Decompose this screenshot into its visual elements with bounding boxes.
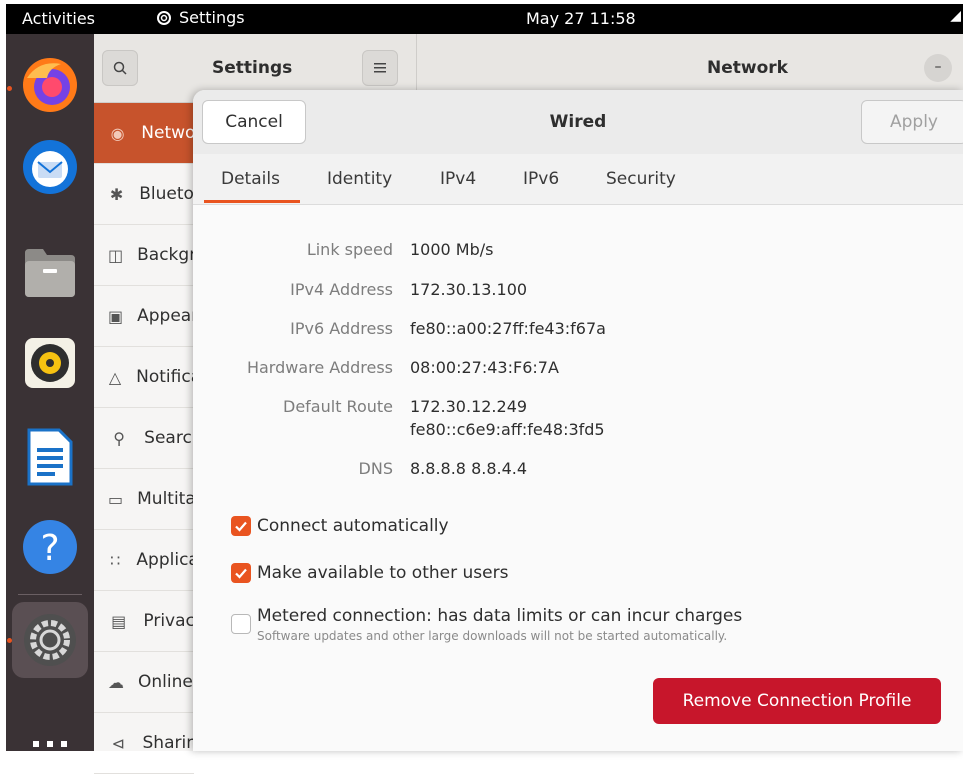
app-menu[interactable]: Settings (156, 8, 245, 27)
active-tab-indicator (204, 200, 300, 203)
available-to-users-label[interactable]: Make available to other users (257, 563, 508, 583)
tab-details[interactable]: Details (221, 169, 280, 189)
share-icon: ⊲ (111, 733, 125, 753)
network-icon[interactable]: ◢ (950, 8, 961, 24)
rhythmbox-icon[interactable] (17, 330, 83, 396)
tab-bar: Details Identity IPv4 IPv6 Security (193, 154, 963, 205)
svg-text:?: ? (40, 528, 59, 569)
clock[interactable]: May 27 11:58 (526, 9, 636, 28)
tab-security[interactable]: Security (606, 169, 676, 189)
available-to-users-checkbox[interactable] (231, 563, 251, 583)
dns-label: DNS (358, 459, 393, 478)
sidebar-item-online-accounts[interactable]: ☁ Online Accounts (94, 652, 194, 713)
multitasking-icon: ▭ (108, 489, 124, 509)
sidebar-title: Settings (212, 58, 293, 78)
search-icon: ⚲ (113, 428, 125, 448)
connect-automatically-label[interactable]: Connect automatically (257, 516, 449, 536)
sidebar-item-label: Bluetooth (139, 184, 194, 204)
hardware-address-value: 08:00:27:43:F6:7A (410, 358, 559, 377)
dns-value: 8.8.8.8 8.8.4.4 (410, 459, 528, 478)
running-indicator (7, 638, 12, 643)
bluetooth-icon: ✱ (109, 184, 124, 204)
network-icon: ◉ (110, 123, 125, 143)
metered-connection-checkbox[interactable] (231, 614, 251, 634)
ipv4-label: IPv4 Address (290, 280, 393, 299)
cloud-icon: ☁ (108, 672, 124, 692)
sidebar-item-privacy[interactable]: ▤ Privacy (94, 591, 194, 652)
sidebar-item-label: Applications (136, 550, 194, 570)
libreoffice-writer-icon[interactable] (17, 424, 83, 490)
tab-identity[interactable]: Identity (327, 169, 392, 189)
main-menu-button[interactable] (362, 50, 398, 86)
sidebar-item-label: Network (141, 123, 194, 143)
sidebar-item-label: Sharing (142, 733, 194, 753)
checkmark-icon (235, 568, 247, 579)
dock: ? (6, 34, 94, 751)
metered-connection-description: Software updates and other large downloa… (257, 629, 728, 643)
running-indicator (7, 86, 12, 91)
default-route-label: Default Route (283, 397, 393, 416)
dialog-title: Wired (549, 112, 607, 132)
sidebar-item-label: Search (144, 428, 194, 448)
gear-icon (157, 10, 171, 25)
sidebar-item-label: Multitasking (137, 489, 194, 509)
dock-separator (18, 594, 82, 595)
remove-connection-profile-button[interactable]: Remove Connection Profile (653, 678, 941, 724)
settings-gear-icon[interactable] (17, 607, 83, 673)
sidebar-item-network[interactable]: ◉ Network (94, 103, 194, 164)
sidebar-item-applications[interactable]: ∷ Applications (94, 530, 194, 591)
appearance-icon: ▣ (108, 306, 124, 326)
tab-ipv6[interactable]: IPv6 (523, 169, 559, 189)
thunderbird-icon[interactable] (17, 134, 83, 200)
default-route-value-1: 172.30.12.249 (410, 397, 528, 416)
search-button[interactable] (102, 50, 138, 86)
top-bar: Activities Settings May 27 11:58 ◢ (6, 4, 963, 34)
ipv4-value: 172.30.13.100 (410, 280, 528, 299)
files-icon[interactable] (17, 240, 83, 306)
sidebar-item-background[interactable]: ◫ Background (94, 225, 194, 286)
cancel-button[interactable]: Cancel (202, 100, 306, 144)
wired-dialog: Wired Cancel Apply Details Identity IPv4… (193, 90, 963, 751)
apply-button[interactable]: Apply (861, 100, 963, 144)
sidebar-item-bluetooth[interactable]: ✱ Bluetooth (94, 164, 194, 225)
sidebar-item-label: Background (137, 245, 194, 265)
sidebar-item-label: Online Accounts (138, 672, 194, 692)
apps-icon: ∷ (110, 550, 121, 570)
app-grid-icon[interactable] (17, 710, 83, 776)
sidebar-item-multitasking[interactable]: ▭ Multitasking (94, 469, 194, 530)
minimize-button[interactable]: – (924, 54, 952, 82)
link-speed-value: 1000 Mb/s (410, 240, 494, 259)
sidebar-item-label: Privacy (143, 611, 194, 631)
hamburger-icon (374, 63, 386, 73)
help-icon[interactable]: ? (17, 514, 83, 580)
sidebar-item-notifications[interactable]: △ Notifications (94, 347, 194, 408)
tab-ipv4[interactable]: IPv4 (440, 169, 476, 189)
page-title: Network (707, 58, 788, 78)
hardware-address-label: Hardware Address (246, 358, 393, 377)
ipv6-value: fe80::a00:27ff:fe43:f67a (410, 319, 606, 338)
sidebar-item-appearance[interactable]: ▣ Appearance (94, 286, 194, 347)
bell-icon: △ (108, 367, 122, 387)
search-icon (113, 61, 127, 75)
sidebar-item-sharing[interactable]: ⊲ Sharing (94, 713, 194, 774)
sidebar-item-search[interactable]: ⚲ Search (94, 408, 194, 469)
settings-sidebar: ◉ Network ✱ Bluetooth ◫ Background ▣ App… (94, 103, 194, 774)
link-speed-label: Link speed (306, 240, 393, 259)
firefox-icon[interactable] (17, 52, 83, 118)
ipv6-label: IPv6 Address (290, 319, 393, 338)
connect-automatically-checkbox[interactable] (231, 516, 251, 536)
dialog-header: Wired Cancel Apply (193, 90, 963, 155)
sidebar-item-label: Notifications (136, 367, 194, 387)
default-route-value-2: fe80::c6e9:aff:fe48:3fd5 (410, 420, 605, 439)
sidebar-item-label: Appearance (137, 306, 194, 326)
checkmark-icon (235, 521, 247, 532)
app-menu-label: Settings (179, 8, 245, 27)
metered-connection-label[interactable]: Metered connection: has data limits or c… (257, 606, 742, 626)
background-icon: ◫ (108, 245, 124, 265)
activities-button[interactable]: Activities (22, 9, 95, 28)
lock-icon: ▤ (111, 611, 127, 631)
